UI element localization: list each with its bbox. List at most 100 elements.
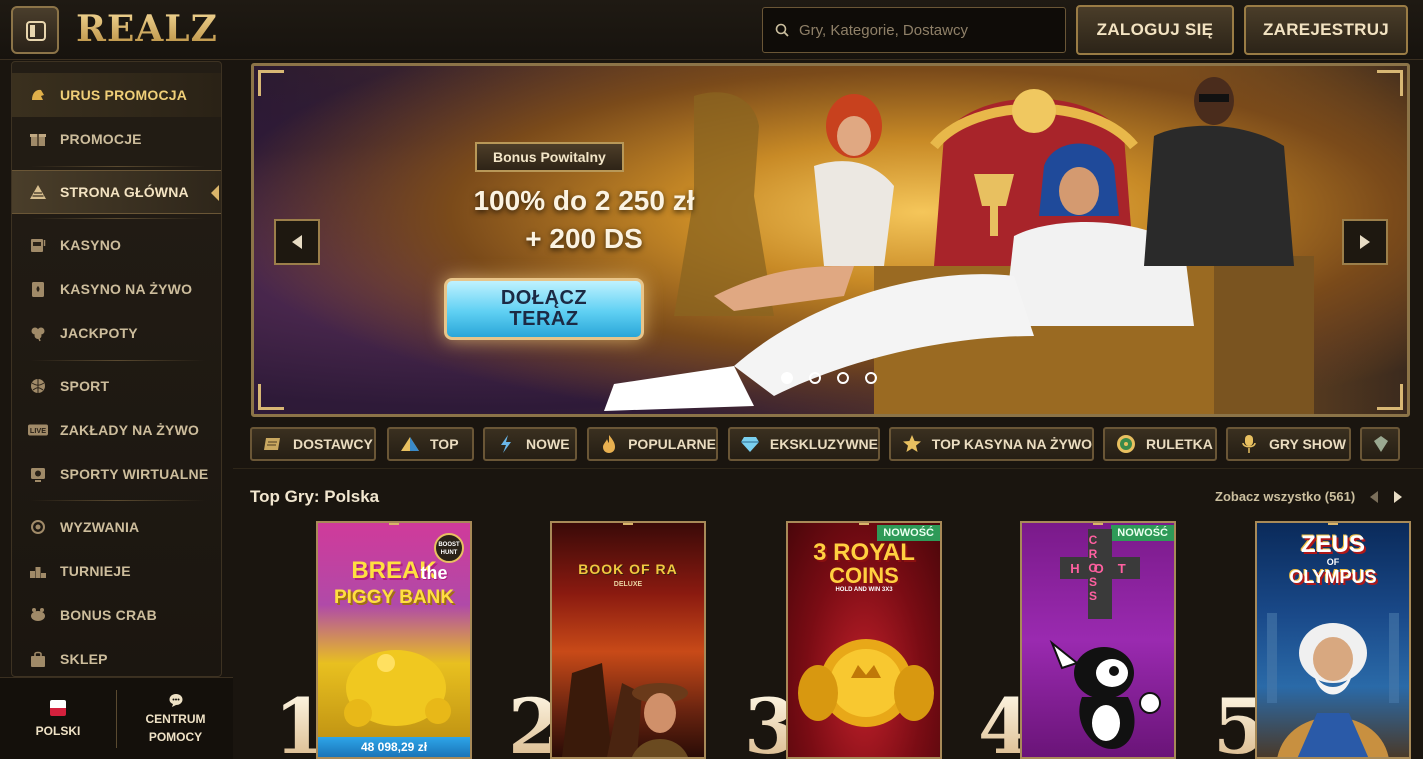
login-button[interactable]: ZALOGUJ SIĘ <box>1076 5 1234 55</box>
sidebar-item-zaklady-na-zywo[interactable]: LIVE ZAKŁADY NA ŻYWO <box>12 408 221 452</box>
welcome-bonus-badge: Bonus Powitalny <box>475 142 624 172</box>
game-title-line1: BOOK OF RA <box>578 561 678 577</box>
sidebar-item-label: URUS PROMOCJA <box>60 87 188 103</box>
sidebar-toggle-icon <box>26 21 46 41</box>
category-label: GRY SHOW <box>1269 436 1347 452</box>
carousel-dots <box>781 372 877 384</box>
category-label: TOP <box>430 436 459 452</box>
game-title-line1: ZEUS <box>1300 531 1365 558</box>
category-label: RULETKA <box>1146 436 1213 452</box>
banner-headline-line1: 100% do 2 250 zł <box>473 185 695 216</box>
sidebar-item-wyzwania[interactable]: WYZWANIA <box>12 505 221 549</box>
sidebar-item-label: TURNIEJE <box>60 563 131 579</box>
explorer-art <box>562 663 688 757</box>
help-center-button[interactable]: CENTRUM POMOCY <box>138 692 213 746</box>
search-box[interactable] <box>762 7 1066 53</box>
game-card[interactable]: NOWOŚĆ HOT CROSS <box>1020 521 1176 759</box>
category-ekskluzywne[interactable]: EKSKLUZYWNE <box>728 427 880 461</box>
carousel-dot[interactable] <box>837 372 849 384</box>
sidebar-item-label: SPORT <box>60 378 110 394</box>
promo-banner[interactable]: Bonus Powitalny 100% do 2 250 zł + 200 D… <box>251 63 1410 417</box>
zeus-art <box>1267 613 1399 757</box>
sidebar-item-label: SPORTY WIRTUALNE <box>60 466 209 482</box>
category-nowe[interactable]: NOWE <box>483 427 577 461</box>
see-all-link[interactable]: Zobacz wszystko (561) <box>1215 489 1355 504</box>
sidebar-item-strona-glowna[interactable]: STRONA GŁÓWNA <box>12 170 221 214</box>
category-top[interactable]: TOP <box>387 427 474 461</box>
game-card[interactable]: BOOST HUNT BREAK the PIGGY BANK 48 098,2… <box>316 521 472 759</box>
sidebar-separator <box>30 166 205 167</box>
games-next-button[interactable] <box>1390 489 1406 505</box>
active-indicator-icon <box>211 185 219 201</box>
category-label: TOP KASYNA NA ŻYWO <box>931 436 1092 452</box>
search-input[interactable] <box>799 18 1049 42</box>
sidebar-item-label: STRONA GŁÓWNA <box>60 184 189 200</box>
poland-flag-icon <box>50 700 66 716</box>
sidebar-item-promocje[interactable]: PROMOCJE <box>12 117 221 161</box>
carousel-dot[interactable] <box>781 372 793 384</box>
svg-text:LIVE: LIVE <box>30 426 46 435</box>
lightning-icon <box>495 433 517 455</box>
banner-prev-button[interactable] <box>274 219 320 265</box>
sidebar-item-sport[interactable]: SPORT <box>12 364 221 408</box>
game-card[interactable]: BOOK OF RA DELUXE <box>550 521 706 759</box>
brand-logo[interactable]: REALZ <box>76 8 218 50</box>
jackpot-amount: 48 098,29 zł <box>318 737 470 757</box>
chat-icon <box>169 694 182 707</box>
banner-next-button[interactable] <box>1342 219 1388 265</box>
sidebar-item-sporty-wirtualne[interactable]: SPORTY WIRTUALNE <box>12 452 221 496</box>
frame-corner <box>1377 70 1403 96</box>
frame-corner <box>1377 384 1403 410</box>
game-title-line2: OF <box>1326 557 1340 567</box>
category-top-kasyna-na-zywo[interactable]: TOP KASYNA NA ŻYWO <box>889 427 1094 461</box>
sidebar: URUS PROMOCJA PROMOCJE STRONA GŁÓWNA KAS… <box>11 61 222 677</box>
sidebar-item-bonus-crab[interactable]: BONUS CRAB <box>12 593 221 637</box>
language-selector[interactable]: POLSKI <box>30 700 86 740</box>
game-title-line3: HOLD AND WIN 3X3 <box>835 587 893 593</box>
category-gry-show[interactable]: GRY SHOW <box>1226 427 1351 461</box>
card-pin <box>1093 523 1103 525</box>
sidebar-item-urus-promocja[interactable]: URUS PROMOCJA <box>12 73 221 117</box>
category-label: DOSTAWCY <box>293 436 373 452</box>
triangle-right-icon <box>1360 235 1370 249</box>
game-card[interactable]: ZEUS OF OLYMPUS <box>1255 521 1411 759</box>
games-prev-button[interactable] <box>1366 489 1382 505</box>
category-ruletka[interactable]: RULETKA <box>1103 427 1217 461</box>
triangle-left-icon <box>1370 491 1378 503</box>
ball-icon <box>28 376 48 396</box>
pyramid-icon <box>399 433 421 455</box>
card-pin <box>859 523 869 525</box>
sidebar-item-sklep[interactable]: SKLEP <box>12 637 221 676</box>
gift-icon <box>28 129 48 149</box>
star-icon <box>901 433 923 455</box>
help-label-line1: CENTRUM <box>145 712 206 726</box>
carousel-dot[interactable] <box>865 372 877 384</box>
flame-icon <box>599 433 619 455</box>
medal-icon <box>28 517 48 537</box>
join-now-button[interactable]: DOŁĄCZ TERAZ <box>444 278 644 340</box>
game-card[interactable]: NOWOŚĆ 3 ROYAL COINS HOLD AND WIN 3X3 <box>786 521 942 759</box>
carousel-dot[interactable] <box>809 372 821 384</box>
microphone-icon <box>1238 433 1260 455</box>
sidebar-item-kasyno-na-zywo[interactable]: KASYNO NA ŻYWO <box>12 267 221 311</box>
piggy-art <box>344 650 451 727</box>
card-pin <box>1328 523 1338 525</box>
triangle-left-icon <box>292 235 302 249</box>
language-label: POLSKI <box>35 724 81 738</box>
category-popularne[interactable]: POPULARNE <box>587 427 718 461</box>
sidebar-item-label: JACKPOTY <box>60 325 138 341</box>
virtual-ball-icon <box>28 464 48 484</box>
register-button[interactable]: ZAREJESTRUJ <box>1244 5 1408 55</box>
footer-divider <box>116 690 117 748</box>
pyramid-icon <box>28 182 48 202</box>
sidebar-item-label: KASYNO <box>60 237 122 253</box>
category-dostawcy[interactable]: DOSTAWCY <box>250 427 376 461</box>
sidebar-separator <box>30 360 205 361</box>
category-more[interactable] <box>1360 427 1400 461</box>
frame-corner <box>258 70 284 96</box>
live-icon: LIVE <box>28 420 48 440</box>
sidebar-item-kasyno[interactable]: KASYNO <box>12 223 221 267</box>
sidebar-toggle-button[interactable] <box>11 6 59 54</box>
sidebar-item-jackpoty[interactable]: JACKPOTY <box>12 311 221 355</box>
sidebar-item-turnieje[interactable]: TURNIEJE <box>12 549 221 593</box>
